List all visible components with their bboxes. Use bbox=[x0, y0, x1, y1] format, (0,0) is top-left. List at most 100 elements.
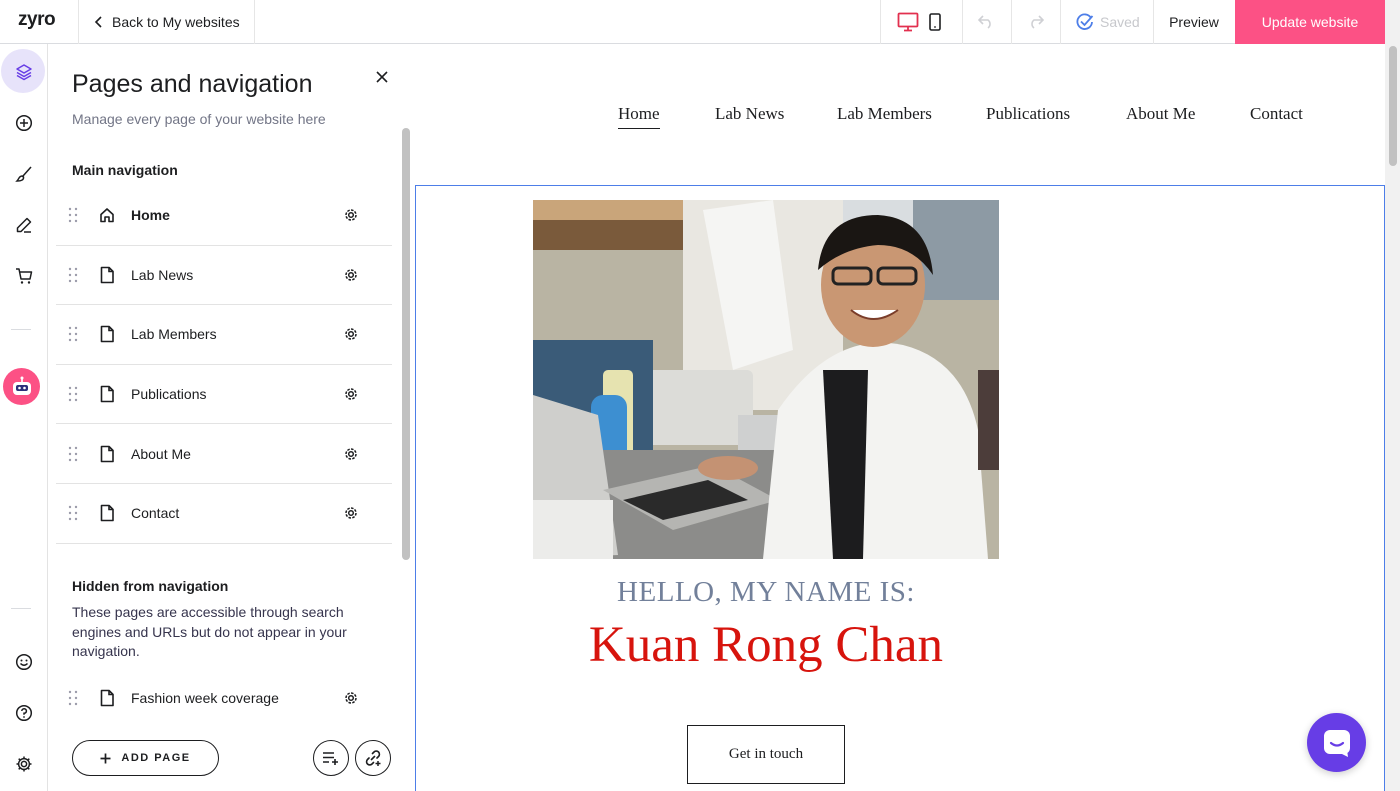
panel-title: Pages and navigation bbox=[72, 70, 313, 98]
page-label: Contact bbox=[131, 505, 180, 522]
page-icon bbox=[99, 266, 115, 284]
page-icon bbox=[99, 385, 115, 403]
list-item-fashion-week-coverage[interactable]: Fashion week coverage bbox=[56, 674, 392, 722]
top-bar: zyro Back to My websites Saved Preview U… bbox=[0, 0, 1400, 44]
home-icon bbox=[99, 207, 115, 223]
site-nav-home[interactable]: Home bbox=[618, 104, 660, 129]
close-icon[interactable] bbox=[371, 66, 393, 88]
check-circle-icon bbox=[1076, 13, 1094, 31]
gear-icon[interactable] bbox=[343, 505, 359, 521]
saved-label: Saved bbox=[1100, 14, 1140, 30]
page-icon bbox=[99, 445, 115, 463]
drag-handle-icon[interactable] bbox=[68, 207, 78, 223]
hidden-navigation-description: These pages are accessible through searc… bbox=[72, 604, 347, 659]
divider bbox=[962, 0, 963, 44]
site-navigation: Home Lab News Lab Members Publications About… bbox=[415, 44, 1385, 184]
zyro-logo[interactable]: zyro bbox=[18, 9, 56, 31]
divider bbox=[11, 329, 31, 330]
add-navigation-item-button[interactable] bbox=[313, 740, 349, 776]
divider bbox=[1011, 0, 1012, 44]
page-row-about-me[interactable]: About Me bbox=[56, 424, 392, 484]
drag-handle-icon[interactable] bbox=[68, 267, 78, 283]
scrollbar-corner bbox=[1385, 0, 1400, 44]
smile-icon[interactable] bbox=[0, 642, 48, 682]
pages-panel: Pages and navigation Manage every page o… bbox=[49, 44, 415, 791]
profile-photo[interactable] bbox=[533, 200, 999, 559]
page-label: About Me bbox=[131, 445, 191, 462]
add-page-label: ADD PAGE bbox=[121, 752, 191, 764]
site-nav-about-me[interactable]: About Me bbox=[1126, 104, 1195, 124]
saved-status: Saved bbox=[1076, 0, 1140, 44]
layers-icon[interactable] bbox=[0, 52, 48, 92]
website-preview: Home Lab News Lab Members Publications About… bbox=[415, 44, 1385, 791]
pen-icon[interactable] bbox=[0, 205, 48, 245]
hello-heading: HELLO, MY NAME IS: bbox=[617, 576, 915, 608]
site-nav-lab-members[interactable]: Lab Members bbox=[837, 104, 932, 124]
page-label: Lab News bbox=[131, 266, 194, 283]
plus-circle-icon[interactable] bbox=[0, 103, 48, 143]
brush-icon[interactable] bbox=[0, 154, 48, 194]
page-label: Publications bbox=[131, 386, 207, 403]
undo-icon[interactable] bbox=[972, 0, 1000, 44]
page-row-lab-news[interactable]: Lab News bbox=[56, 246, 392, 306]
plus-icon bbox=[100, 753, 111, 764]
page-row-contact[interactable]: Contact bbox=[56, 484, 392, 544]
divider bbox=[78, 0, 79, 44]
chevron-left-icon bbox=[94, 16, 104, 28]
drag-handle-icon[interactable] bbox=[68, 690, 78, 706]
page-icon bbox=[99, 504, 115, 522]
divider bbox=[880, 0, 881, 44]
back-label: Back to My websites bbox=[112, 14, 240, 30]
panel-scrollbar-thumb[interactable] bbox=[402, 128, 410, 560]
page-scrollbar-thumb[interactable] bbox=[1389, 46, 1397, 166]
gear-icon[interactable] bbox=[343, 326, 359, 342]
gear-icon[interactable] bbox=[343, 267, 359, 283]
redo-icon[interactable] bbox=[1022, 0, 1050, 44]
panel-footer: ADD PAGE bbox=[49, 724, 415, 791]
page-icon bbox=[99, 689, 115, 707]
preview-button[interactable]: Preview bbox=[1154, 0, 1234, 44]
help-icon[interactable] bbox=[0, 693, 48, 733]
chat-widget-button[interactable] bbox=[1307, 713, 1366, 772]
update-website-button[interactable]: Update website bbox=[1235, 0, 1385, 44]
robot-icon[interactable] bbox=[3, 368, 40, 405]
mobile-view-icon[interactable] bbox=[925, 0, 945, 44]
site-nav-publications[interactable]: Publications bbox=[986, 104, 1070, 124]
left-toolbar bbox=[0, 44, 48, 791]
page-row-home[interactable]: Home bbox=[56, 186, 392, 246]
site-nav-contact[interactable]: Contact bbox=[1250, 104, 1303, 124]
page-icon bbox=[99, 325, 115, 343]
drag-handle-icon[interactable] bbox=[68, 386, 78, 402]
gear-icon[interactable] bbox=[343, 446, 359, 462]
list-add-icon bbox=[322, 750, 340, 766]
page-label: Fashion week coverage bbox=[131, 690, 279, 706]
page-label: Home bbox=[131, 207, 170, 224]
page-row-lab-members[interactable]: Lab Members bbox=[56, 305, 392, 365]
gear-icon[interactable] bbox=[343, 207, 359, 223]
owner-name-heading: Kuan Rong Chan bbox=[588, 617, 944, 673]
desktop-view-icon[interactable] bbox=[894, 0, 922, 44]
cart-icon[interactable] bbox=[0, 256, 48, 296]
gear-icon[interactable] bbox=[343, 690, 359, 706]
hidden-navigation-heading: Hidden from navigation bbox=[72, 578, 229, 594]
get-in-touch-button[interactable]: Get in touch bbox=[687, 725, 845, 784]
add-page-button[interactable]: ADD PAGE bbox=[72, 740, 219, 776]
gear-icon[interactable] bbox=[343, 386, 359, 402]
chat-icon bbox=[1322, 728, 1352, 758]
site-nav-lab-news[interactable]: Lab News bbox=[715, 104, 784, 124]
main-navigation-heading: Main navigation bbox=[72, 162, 178, 178]
divider bbox=[254, 0, 255, 44]
back-to-websites-button[interactable]: Back to My websites bbox=[94, 0, 240, 44]
divider bbox=[1060, 0, 1061, 44]
divider bbox=[11, 608, 31, 609]
page-label: Lab Members bbox=[131, 326, 217, 343]
settings-icon[interactable] bbox=[0, 744, 48, 784]
drag-handle-icon[interactable] bbox=[68, 505, 78, 521]
drag-handle-icon[interactable] bbox=[68, 326, 78, 342]
add-link-button[interactable] bbox=[355, 740, 391, 776]
panel-subtitle: Manage every page of your website here bbox=[72, 111, 326, 127]
page-row-publications[interactable]: Publications bbox=[56, 365, 392, 425]
link-add-icon bbox=[364, 749, 382, 767]
drag-handle-icon[interactable] bbox=[68, 446, 78, 462]
main-navigation-list: Home Lab News Lab Members Publications About… bbox=[56, 186, 392, 544]
